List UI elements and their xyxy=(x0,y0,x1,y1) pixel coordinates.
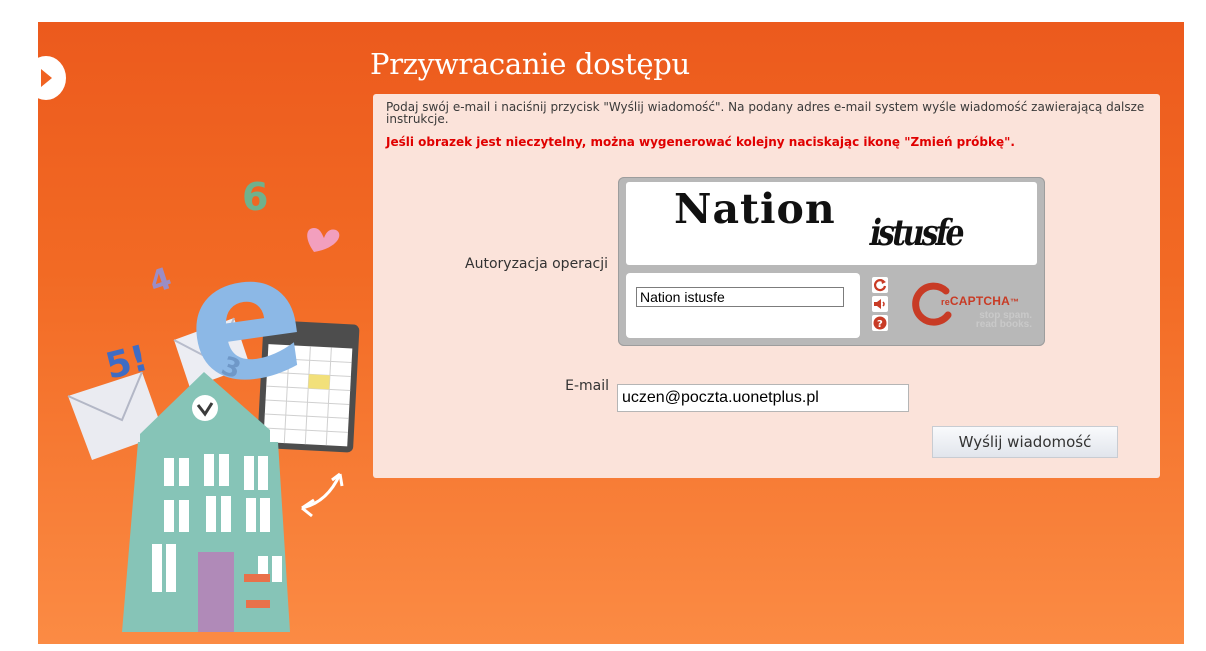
refresh-icon[interactable] xyxy=(872,277,888,293)
email-field[interactable] xyxy=(617,384,909,412)
illustration-digit-6: 6 xyxy=(242,175,268,219)
recaptcha-tagline-2: read books. xyxy=(975,319,1032,330)
heart-icon xyxy=(307,228,340,252)
recaptcha-name: CAPTCHA xyxy=(949,294,1010,308)
page-title: Przywracanie dostępu xyxy=(370,47,690,81)
captcha-input-area xyxy=(626,273,860,338)
captcha-warning-text: Jeśli obrazek jest nieczytelny, można wy… xyxy=(386,135,1015,149)
help-icon[interactable]: ? xyxy=(872,315,888,331)
email-label: E-mail xyxy=(565,378,609,394)
captcha-image: Nation istusfe xyxy=(626,182,1037,265)
auth-label: Autoryzacja operacji xyxy=(465,256,608,272)
double-arrow-icon xyxy=(301,472,344,518)
recaptcha-tm: ™ xyxy=(1010,297,1020,307)
instructions-text: Podaj swój e-mail i naciśnij przycisk "W… xyxy=(386,100,1145,126)
send-message-button[interactable]: Wyślij wiadomość xyxy=(932,426,1118,458)
captcha-word-2: istusfe xyxy=(866,212,966,255)
recaptcha-widget: Nation istusfe Nation istusfe ? reCAPTCH… xyxy=(618,177,1045,346)
recovery-panel: Podaj swój e-mail i naciśnij przycisk "W… xyxy=(373,94,1160,478)
audio-icon[interactable] xyxy=(872,296,888,312)
recaptcha-logo: reCAPTCHA™ stop spam. read books. xyxy=(908,277,1038,337)
svg-text:?: ? xyxy=(877,319,883,330)
page-background: 3A e 6 4 5! 3 Przywracanie dostępu Podaj… xyxy=(38,22,1184,644)
captcha-response-input[interactable] xyxy=(636,287,844,307)
recaptcha-prefix: re xyxy=(941,297,950,307)
school-illustration: 3A e 6 4 5! 3 xyxy=(67,175,360,632)
illustration-digit-4: 4 xyxy=(145,261,176,301)
captcha-word-1: Nation xyxy=(674,185,836,233)
